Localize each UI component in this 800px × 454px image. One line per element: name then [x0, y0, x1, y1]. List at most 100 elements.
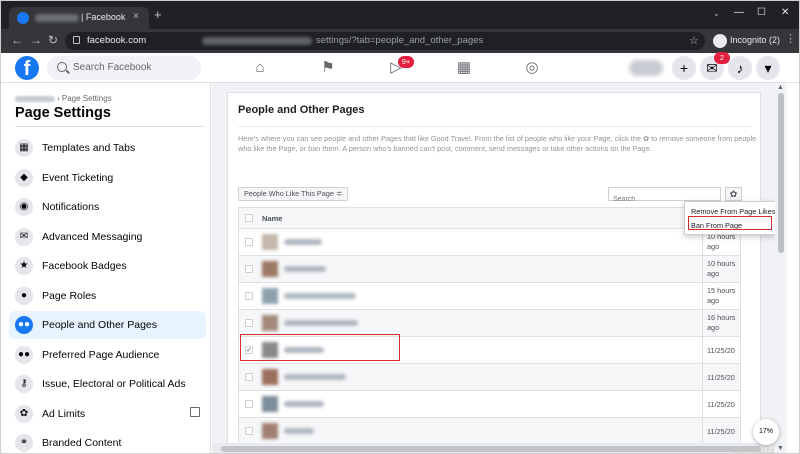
incognito-icon[interactable] — [713, 34, 727, 48]
reload-icon[interactable]: ↻ — [48, 33, 58, 47]
messenger-icon[interactable]: ✉ 2 — [700, 52, 730, 80]
row-checkbox[interactable] — [245, 292, 253, 300]
person-name-redacted[interactable] — [284, 293, 356, 299]
sidebar-item-facebook-badges[interactable]: ★ Facebook Badges — [9, 252, 206, 280]
people-search-field[interactable] — [608, 187, 721, 206]
create-button[interactable]: + — [672, 56, 696, 80]
horizontal-scrollbar[interactable] — [212, 443, 775, 453]
sidebar-item-ad-limits[interactable]: ✿ Ad Limits — [9, 400, 206, 428]
avatar — [262, 423, 278, 439]
sidebar-item-label: Notifications — [42, 201, 100, 213]
gear-icon[interactable]: ✿ — [725, 187, 742, 201]
facebook-header: f Search Facebook ⌂ ⚑ ▷ 9+ ▦ ◎ + ✉ 2 ♪ ▾ — [1, 52, 799, 83]
row-checkbox[interactable] — [245, 400, 253, 408]
row-checkbox[interactable] — [245, 319, 253, 327]
sidebar-item-notifications[interactable]: ◉ Notifications — [9, 193, 206, 221]
table-row: 11/25/20 — [238, 364, 741, 391]
sidebar-item-advanced-messaging[interactable]: ✉ Advanced Messaging — [9, 223, 206, 251]
url-path: settings/?tab=people_and_other_pages — [316, 35, 484, 46]
sidebar-item-label: Advanced Messaging — [42, 231, 143, 243]
table-row: 10 hours ago — [238, 229, 741, 256]
tab-close-icon[interactable]: × — [133, 11, 139, 22]
account-menu-button[interactable]: ▾ — [756, 56, 780, 80]
sidebar-item-label: Facebook Badges — [42, 260, 127, 272]
scroll-down-arrow-icon[interactable]: ▼ — [777, 445, 784, 452]
facebook-search[interactable]: Search Facebook — [47, 56, 201, 80]
table-row: 11/25/20 — [238, 418, 741, 445]
horizontal-scroll-thumb[interactable] — [221, 446, 761, 452]
person-name-redacted[interactable] — [284, 428, 314, 434]
avatar — [262, 261, 278, 277]
people-table: Name 10 hours ago 10 hours ago 15 hours … — [238, 207, 741, 445]
tab-search-icon[interactable]: ⌄ — [713, 9, 720, 18]
facebook-logo[interactable]: f — [15, 56, 39, 80]
sidebar-item-people-and-other-pages[interactable]: ●● People and Other Pages — [9, 311, 206, 339]
sidebar-item-label: Event Ticketing — [42, 172, 114, 184]
table-header: Name — [238, 207, 741, 229]
sidebar-item-page-roles[interactable]: ● Page Roles — [9, 282, 206, 310]
scroll-up-arrow-icon[interactable]: ▲ — [777, 84, 784, 91]
sidebar-item-event-ticketing[interactable]: ◆ Event Ticketing — [9, 164, 206, 192]
window-maximize-button[interactable]: ☐ — [757, 7, 766, 18]
row-checkbox[interactable] — [245, 238, 253, 246]
tab-title-redacted — [35, 14, 79, 22]
vertical-scroll-thumb[interactable] — [778, 93, 784, 253]
table-row: 11/25/20 — [238, 391, 741, 418]
table-row: 10 hours ago — [238, 256, 741, 283]
incognito-label[interactable]: Incognito (2) — [730, 35, 780, 45]
window-minimize-button[interactable]: — — [734, 7, 744, 18]
liked-time: 11/25/20 — [707, 427, 735, 436]
bookmark-star-icon[interactable]: ☆ — [689, 34, 699, 47]
vertical-scrollbar[interactable]: ▲ ▼ — [775, 83, 787, 453]
remove-from-page-likes-option[interactable]: Remove From Page Likes — [691, 207, 775, 216]
browser-toolbar: ← → ↻ facebook.com settings/?tab=people_… — [1, 29, 799, 53]
person-name-redacted[interactable] — [284, 266, 326, 272]
person-name-redacted[interactable] — [284, 239, 322, 245]
sidebar-item-preferred-page-audience[interactable]: ●● Preferred Page Audience — [9, 341, 206, 369]
row-checkbox[interactable] — [245, 265, 253, 273]
page-title: Page Settings — [15, 105, 111, 121]
window-close-button[interactable]: ✕ — [781, 7, 789, 18]
grid-icon: ▦ — [15, 139, 33, 157]
watch-icon[interactable]: ▷ 9+ — [386, 56, 414, 78]
home-icon[interactable]: ⌂ — [250, 58, 270, 78]
url-redacted — [202, 37, 312, 45]
select-all-checkbox[interactable] — [245, 214, 253, 222]
card-divider — [238, 126, 752, 127]
card-title: People and Other Pages — [238, 104, 365, 116]
sidebar-item-label: Ad Limits — [42, 408, 86, 420]
sidebar-item-label: Issue, Electoral or Political Ads — [42, 378, 186, 390]
table-row: 15 hours ago — [238, 283, 741, 310]
people-filter-dropdown[interactable]: People Who Like This Page ≑ — [238, 187, 349, 201]
row-checkbox[interactable] — [245, 373, 253, 381]
lock-icon[interactable] — [73, 36, 80, 44]
new-tab-button[interactable]: + — [154, 8, 162, 21]
table-row: 16 hours ago — [238, 310, 741, 337]
person-name-redacted[interactable] — [284, 320, 358, 326]
marketplace-icon[interactable]: ▦ — [454, 58, 474, 78]
profile-avatar-redacted[interactable] — [629, 60, 663, 76]
browser-menu-icon[interactable]: ⋮ — [785, 34, 796, 45]
sidebar-item-templates-and-tabs[interactable]: ▦ Templates and Tabs — [9, 134, 206, 162]
groups-icon[interactable]: ◎ — [522, 58, 542, 78]
sidebar-item-branded-content[interactable]: ⚭ Branded Content — [9, 429, 206, 453]
back-arrow-icon[interactable]: ← — [11, 33, 23, 47]
address-bar[interactable]: facebook.com settings/?tab=people_and_ot… — [65, 32, 705, 50]
sidebar-item-political-ads[interactable]: ⚷ Issue, Electoral or Political Ads — [9, 370, 206, 398]
browser-tab[interactable]: | Facebook × — [9, 7, 149, 29]
notifications-bell-icon[interactable]: ♪ — [728, 56, 752, 80]
card-description: Here's where you can see people and othe… — [238, 134, 757, 153]
row-checkbox[interactable] — [245, 427, 253, 435]
forward-arrow-icon[interactable]: → — [30, 33, 42, 47]
external-link-icon — [190, 407, 200, 417]
liked-time: 10 hours ago — [707, 232, 736, 251]
selected-row-highlight — [240, 334, 400, 361]
key-icon: ⚷ — [15, 375, 33, 393]
liked-time: 11/25/20 — [707, 373, 735, 382]
person-name-redacted[interactable] — [284, 401, 324, 407]
person-name-redacted[interactable] — [284, 374, 346, 380]
floating-chat-button[interactable]: 17% — [753, 419, 779, 445]
breadcrumb[interactable]: › Page Settings — [15, 94, 112, 103]
flag-pages-icon[interactable]: ⚑ — [318, 58, 338, 78]
avatar — [262, 288, 278, 304]
